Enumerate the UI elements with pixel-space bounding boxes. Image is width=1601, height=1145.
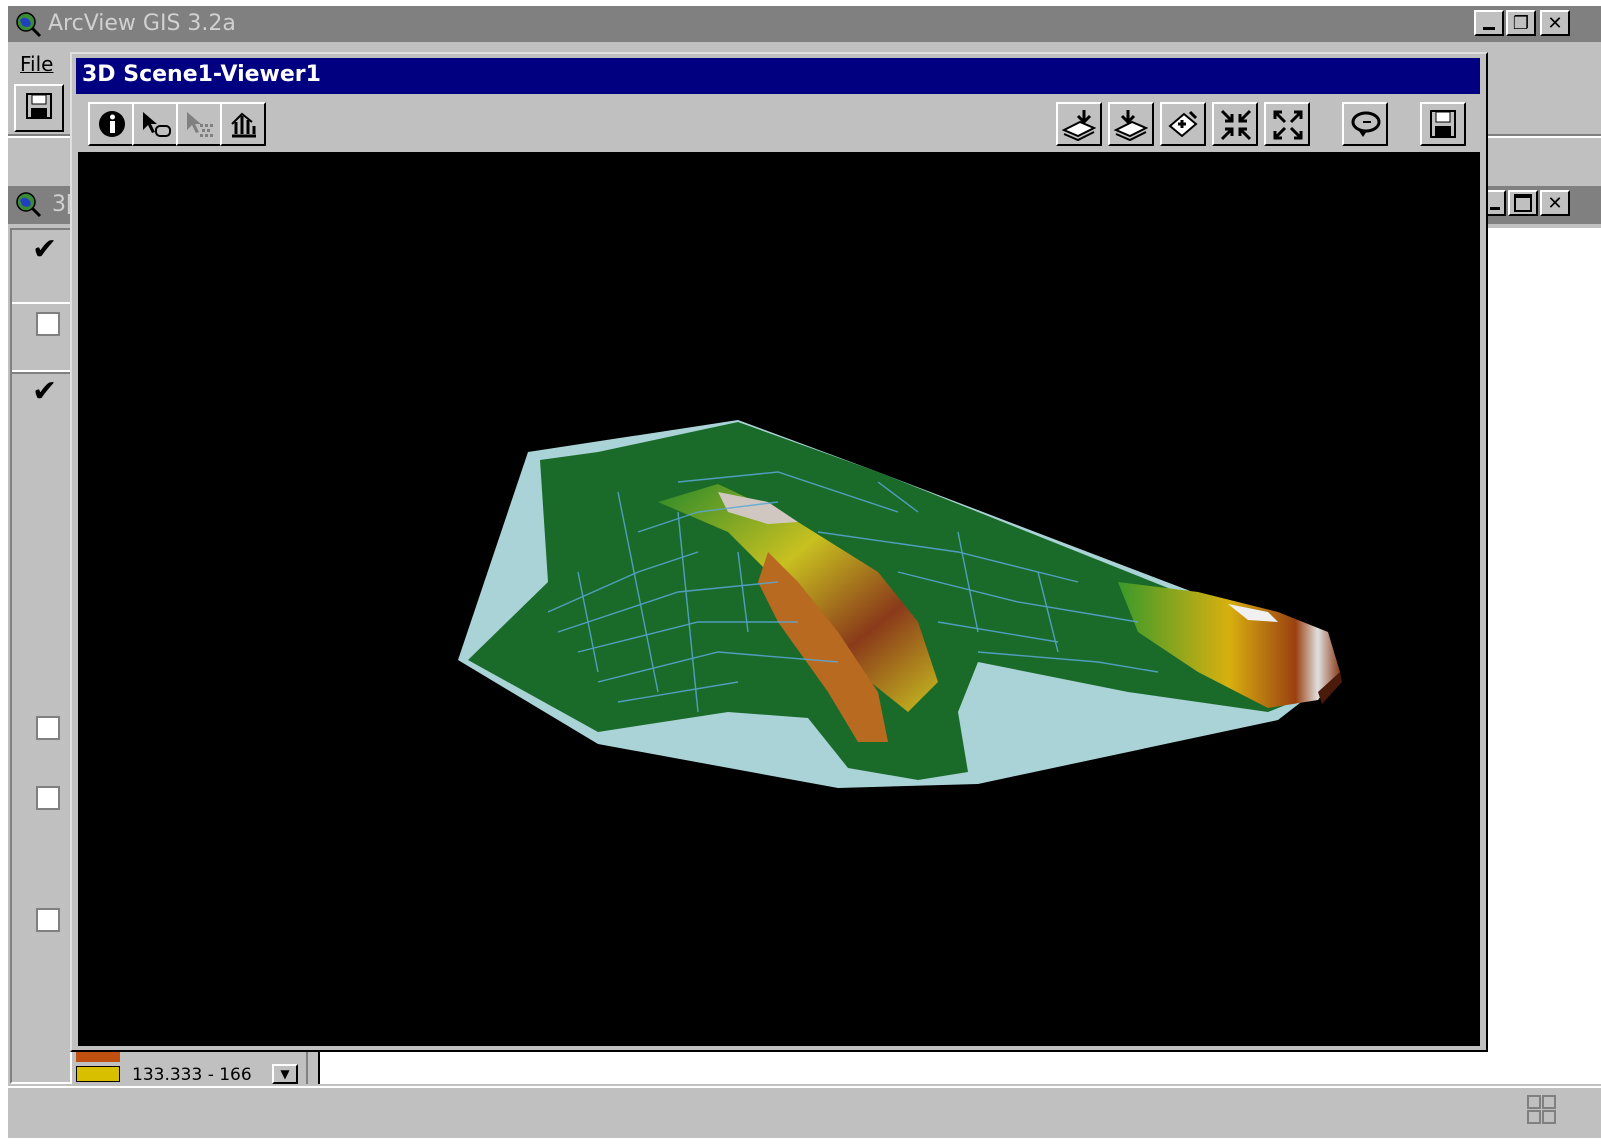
theme-checkbox-checked[interactable]: ✔ <box>32 235 60 265</box>
zoom-in-icon <box>1219 108 1253 147</box>
zoom-to-theme-button[interactable] <box>1160 102 1206 146</box>
viewer-titlebar[interactable]: 3D Scene1-Viewer1 <box>76 58 1480 94</box>
add-theme-2-button[interactable] <box>1108 102 1154 146</box>
minimize-icon <box>1490 206 1500 210</box>
legend-close-button[interactable]: ✕ <box>1540 190 1570 216</box>
theme-checkbox[interactable] <box>36 312 60 336</box>
close-icon: ✕ <box>1547 192 1563 214</box>
app-icon <box>14 10 42 38</box>
app-title: ArcView GIS 3.2a <box>48 11 236 36</box>
select-button[interactable] <box>132 102 178 146</box>
add-theme-button[interactable] <box>1056 102 1102 146</box>
restore-button[interactable]: ❐ <box>1506 10 1536 36</box>
close-button[interactable]: ✕ <box>1540 10 1570 36</box>
viewer-save-button[interactable] <box>1420 102 1466 146</box>
save-icon <box>1430 110 1456 143</box>
navigate-button[interactable] <box>220 102 266 146</box>
navigate-icon <box>228 110 260 145</box>
chevron-down-icon: ▼ <box>280 1067 290 1081</box>
theme-checkbox[interactable] <box>36 786 60 810</box>
info-icon <box>98 110 126 143</box>
legend-window-icon <box>14 190 42 218</box>
identify-button[interactable] <box>88 102 134 146</box>
viewer-title: 3D Scene1-Viewer1 <box>82 62 321 87</box>
minimize-button[interactable] <box>1474 10 1504 36</box>
add-theme-icon <box>1061 108 1097 147</box>
menu-file[interactable]: File <box>20 52 53 76</box>
theme-checkbox-checked[interactable]: ✔ <box>32 377 60 407</box>
pan-button[interactable] <box>176 102 222 146</box>
legend-maximize-button[interactable] <box>1508 190 1538 216</box>
toc-separator <box>12 302 70 304</box>
pointer-select-icon <box>140 110 172 145</box>
rotate-button[interactable] <box>1342 102 1388 146</box>
legend-label: 133.333 - 166 <box>132 1065 252 1085</box>
add-theme-2-icon <box>1113 108 1149 147</box>
zoom-in-button[interactable] <box>1212 102 1258 146</box>
full-extent-icon <box>1271 108 1305 147</box>
zoom-to-theme-icon <box>1166 108 1200 147</box>
legend-scroll-down-button[interactable]: ▼ <box>272 1064 298 1084</box>
pan-icon <box>184 110 216 145</box>
theme-checkbox[interactable] <box>36 908 60 932</box>
restore-icon: ❐ <box>1512 12 1530 34</box>
maximize-icon <box>1514 194 1532 212</box>
table-of-contents <box>10 228 72 1084</box>
app-titlebar[interactable]: ArcView GIS 3.2a ❐ ✕ <box>8 6 1601 42</box>
status-bar <box>8 1086 1601 1138</box>
terrain-scene <box>458 420 1342 788</box>
legend-swatch <box>76 1066 120 1082</box>
close-icon: ✕ <box>1547 12 1563 34</box>
minimize-icon <box>1483 26 1495 30</box>
rotate-icon <box>1349 109 1383 146</box>
save-icon <box>26 92 52 124</box>
scene-viewer-window[interactable]: 3D Scene1-Viewer1 <box>70 52 1488 1052</box>
resize-grip-icon[interactable] <box>1526 1094 1558 1126</box>
app-save-button[interactable] <box>14 84 64 132</box>
full-extent-button[interactable] <box>1264 102 1310 146</box>
scene-canvas[interactable] <box>78 152 1480 1046</box>
theme-checkbox[interactable] <box>36 716 60 740</box>
